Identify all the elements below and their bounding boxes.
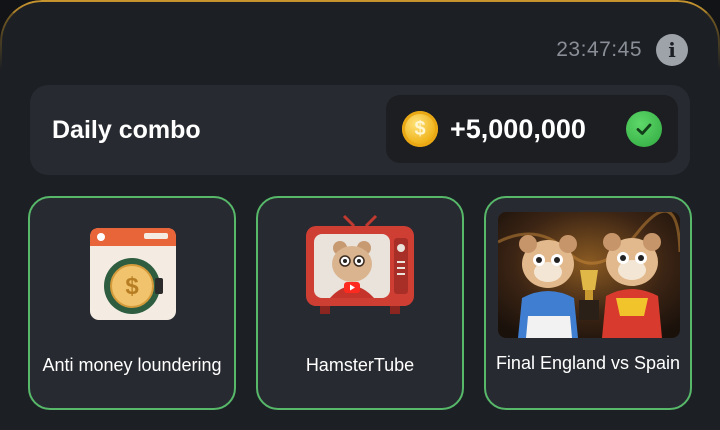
- daily-combo-title: Daily combo: [52, 116, 201, 144]
- combo-card-anti-money-laundering[interactable]: $ Anti money loundering: [28, 196, 236, 410]
- reward-amount: +5,000,000: [450, 114, 586, 144]
- coin-icon: $: [402, 111, 438, 147]
- card-label: Final England vs Spain: [495, 353, 681, 373]
- combo-timer: 23:47:45: [556, 38, 642, 61]
- washing-machine-coin-icon: $: [90, 228, 176, 320]
- card-label: Anti money loundering: [42, 355, 222, 375]
- card-label: HamsterTube: [305, 355, 415, 375]
- combo-panel: 23:47:45 i Daily combo $ +5,000,000 $ An…: [0, 0, 720, 430]
- daily-combo-bar: Daily combo $ +5,000,000: [30, 85, 690, 175]
- combo-card-final-england-vs-spain[interactable]: Final England vs Spain: [484, 196, 692, 410]
- hamster-tv-icon: [306, 214, 414, 314]
- reward-pill: $ +5,000,000: [386, 95, 678, 163]
- info-icon[interactable]: i: [656, 34, 688, 66]
- combo-card-hamstertube[interactable]: HamsterTube: [256, 196, 464, 410]
- svg-text:$: $: [125, 273, 139, 300]
- timer-row: 23:47:45 i: [556, 34, 688, 66]
- check-icon: [626, 111, 662, 147]
- hamsters-trophy-image: [498, 212, 680, 338]
